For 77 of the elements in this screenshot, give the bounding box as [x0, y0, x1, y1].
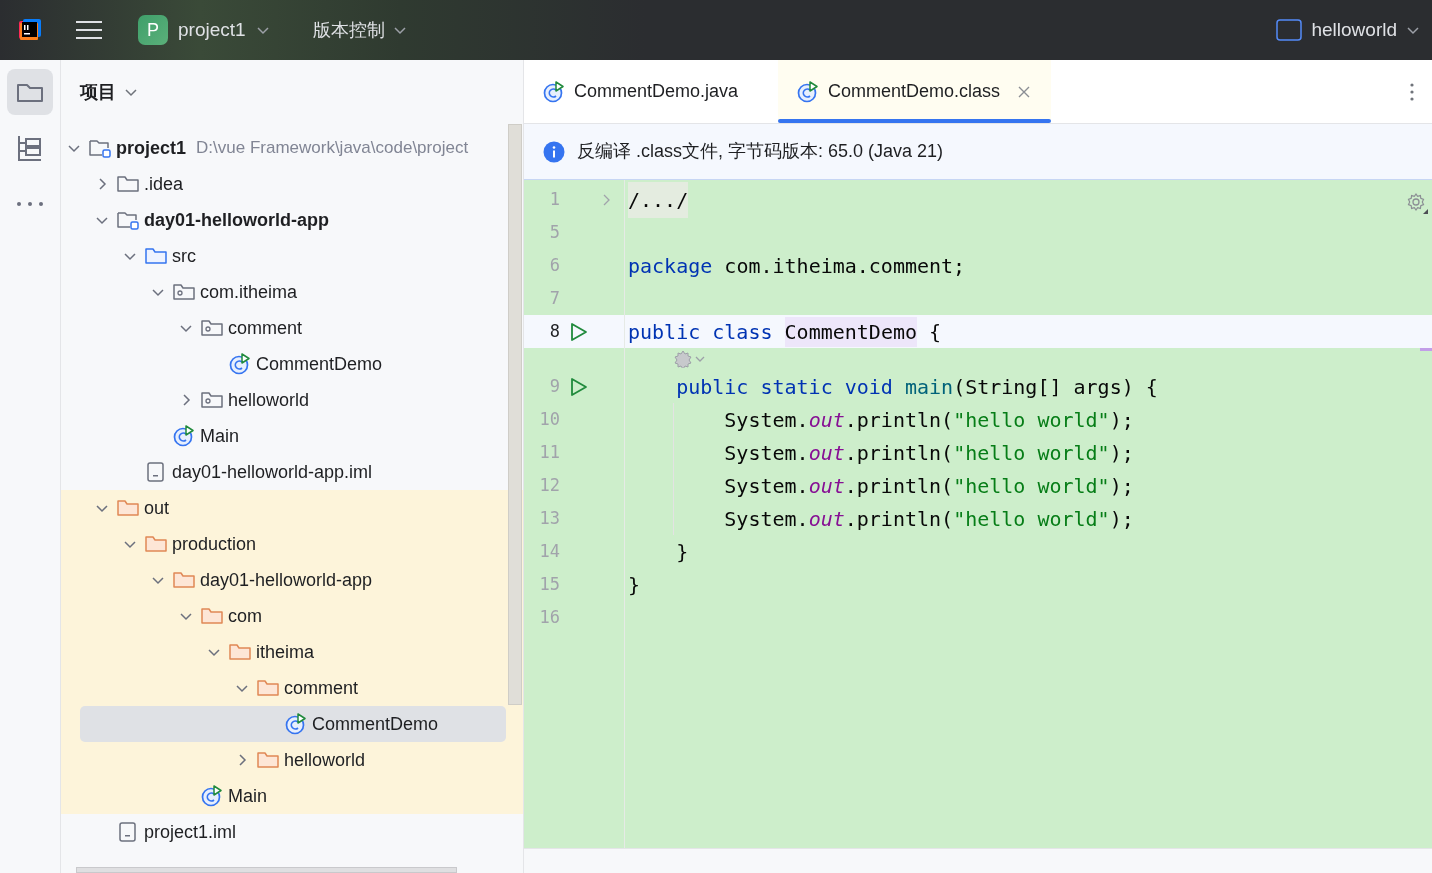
settings-icon[interactable]: [1406, 192, 1428, 214]
tree-item[interactable]: Main: [61, 418, 239, 454]
tree-item[interactable]: project1 D:\vue Framework\java\code\project: [61, 130, 469, 166]
line-number: 7: [548, 286, 560, 310]
line-number: 1: [548, 187, 560, 211]
vertical-scrollbar[interactable]: [508, 124, 522, 705]
class-icon: [797, 80, 820, 103]
window-icon: [1276, 19, 1303, 41]
folder-icon: [117, 497, 139, 519]
line-number: 13: [538, 506, 560, 530]
package-folder-icon: [201, 389, 223, 411]
menu-icon[interactable]: [76, 18, 102, 42]
line-number: 16: [538, 605, 560, 629]
more-vertical-icon[interactable]: [1409, 81, 1415, 102]
close-icon[interactable]: [1017, 84, 1032, 99]
horizontal-scrollbar[interactable]: [76, 867, 457, 873]
folder-tool-button[interactable]: [7, 69, 53, 115]
folder-icon: [173, 569, 195, 591]
code-line: public static void main(String[] args) {: [675, 373, 1158, 401]
folder-icon: [145, 533, 167, 555]
class-icon: [285, 713, 307, 735]
panel-title[interactable]: 项目: [80, 78, 116, 106]
run-icon[interactable]: [569, 376, 589, 397]
module-folder-icon: [89, 137, 111, 159]
line-number: 15: [538, 572, 560, 596]
tree-item[interactable]: comment: [61, 310, 303, 346]
tree-item[interactable]: src: [61, 238, 196, 274]
code-line: }: [627, 571, 641, 599]
class-icon: [201, 785, 223, 807]
editor-tab[interactable]: CommentDemo.class: [778, 60, 1052, 123]
tree-item[interactable]: CommentDemo: [61, 346, 383, 382]
project-selector[interactable]: P project1: [138, 10, 276, 50]
package-folder-icon: [201, 317, 223, 339]
folder-icon: [145, 245, 167, 267]
class-icon: [173, 425, 195, 447]
app-logo-icon[interactable]: [17, 17, 43, 43]
run-icon[interactable]: [569, 321, 589, 342]
tree-item[interactable]: CommentDemo: [80, 706, 506, 742]
package-folder-icon: [173, 281, 195, 303]
change-marker: [1420, 348, 1432, 351]
folder-icon: [257, 677, 279, 699]
folder-icon: [229, 641, 251, 663]
line-number: 5: [548, 220, 560, 244]
line-number: 10: [538, 407, 560, 431]
run-config-selector[interactable]: helloworld: [1276, 10, 1420, 50]
code-line: }: [675, 538, 689, 566]
line-number: 8: [548, 319, 560, 343]
tree-item[interactable]: project1.iml: [61, 814, 237, 850]
more-icon: [17, 202, 43, 206]
folder-icon: [117, 173, 139, 195]
code-line: System.out.println("hello world");: [625, 436, 1134, 469]
project-badge: P: [138, 15, 168, 45]
code-line: System.out.println("hello world");: [625, 403, 1134, 436]
class-icon: [229, 353, 251, 375]
tree-item[interactable]: day01-helloworld-app.iml: [61, 454, 373, 490]
banner-text: 反编译 .class文件, 字节码版本: 65.0 (Java 21): [577, 140, 944, 163]
folder-icon: [257, 749, 279, 771]
code-line: public class CommentDemo {: [625, 315, 942, 348]
code-line: System.out.println("hello world");: [625, 502, 1134, 535]
line-number: 11: [538, 440, 560, 464]
tree-item[interactable]: helloworld: [61, 382, 310, 418]
file-icon: [145, 461, 167, 483]
tree-item[interactable]: com.itheima: [61, 274, 298, 310]
line-number: 9: [548, 374, 560, 398]
module-folder-icon: [117, 209, 139, 231]
code-line: System.out.println("hello world");: [625, 469, 1134, 502]
file-icon: [117, 821, 139, 843]
line-number: 12: [538, 473, 560, 497]
class-icon: [543, 80, 565, 103]
line-number: 14: [538, 539, 560, 563]
folder-icon: [201, 605, 223, 627]
tree-item[interactable]: day01-helloworld-app: [61, 202, 330, 238]
tree-item[interactable]: .idea: [61, 166, 184, 202]
info-icon: [543, 140, 565, 163]
code-line: package com.itheima.comment;: [627, 252, 966, 280]
line-number: 6: [548, 253, 560, 277]
vcs-menu[interactable]: 版本控制: [312, 10, 407, 50]
